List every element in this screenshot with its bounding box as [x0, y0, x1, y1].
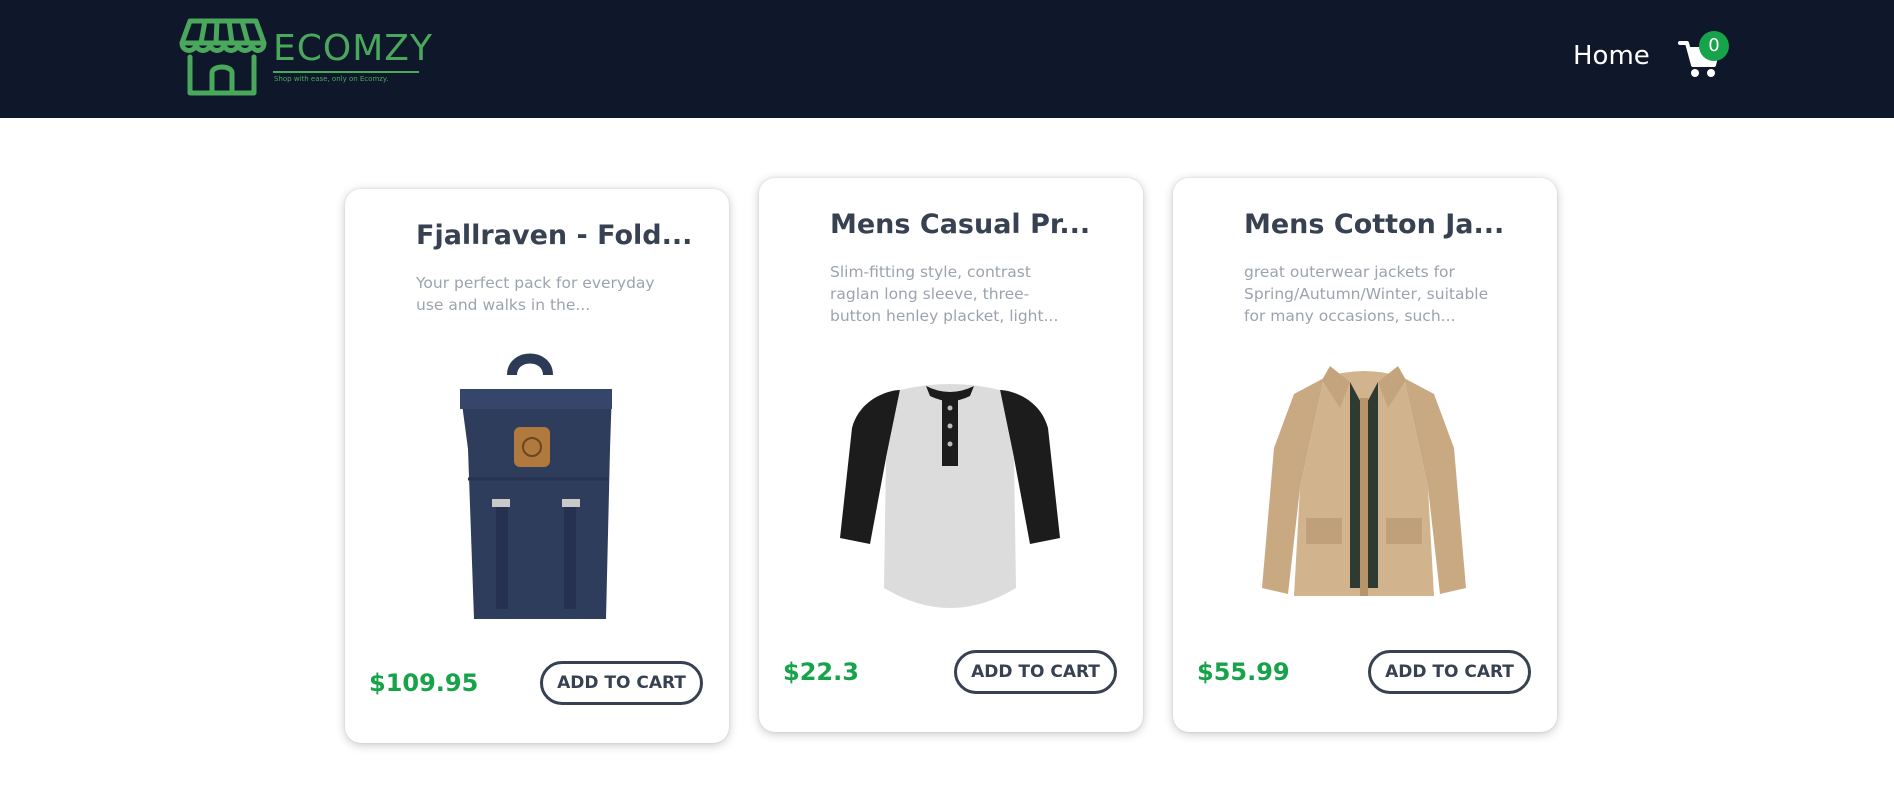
brand-name: ECOMZY: [273, 28, 433, 69]
product-price: $55.99: [1197, 658, 1290, 686]
nav-home-link[interactable]: Home: [1573, 41, 1650, 71]
product-description: Your perfect pack for everyday use and w…: [416, 274, 655, 314]
jacket-image[interactable]: [1244, 338, 1484, 618]
add-to-cart-button[interactable]: ADD TO CART: [954, 650, 1117, 694]
backpack-image[interactable]: [416, 349, 656, 629]
brand-underline: [273, 71, 419, 73]
add-to-cart-button[interactable]: ADD TO CART: [1368, 650, 1531, 694]
product-title: Fjallraven - Fold...: [416, 220, 693, 251]
product-title: Mens Casual Pr...: [830, 209, 1091, 240]
product-title: Mens Cotton Ja...: [1244, 209, 1505, 240]
raglan-shirt-image[interactable]: [830, 338, 1070, 618]
product-description: great outerwear jackets for Spring/Autum…: [1244, 263, 1489, 325]
product-description: Slim-fitting style, contrast raglan long…: [830, 263, 1059, 325]
brand-logo[interactable]: ECOMZY Shop with ease, only on Ecomzy.: [176, 17, 432, 99]
brand-tagline: Shop with ease, only on Ecomzy.: [274, 75, 389, 83]
navbar: ECOMZY Shop with ease, only on Ecomzy. H…: [0, 0, 1894, 118]
product-card[interactable]: Fjallraven - Fold... Your perfect pack f…: [345, 189, 729, 743]
cart-count-badge: 0: [1699, 31, 1729, 61]
product-price: $109.95: [369, 669, 479, 697]
product-price: $22.3: [783, 658, 859, 686]
product-card[interactable]: Mens Cotton Ja... great outerwear jacket…: [1173, 178, 1557, 732]
product-card[interactable]: Mens Casual Pr... Slim-fitting style, co…: [759, 178, 1143, 732]
storefront-icon: [179, 18, 267, 96]
add-to-cart-button[interactable]: ADD TO CART: [540, 661, 703, 705]
